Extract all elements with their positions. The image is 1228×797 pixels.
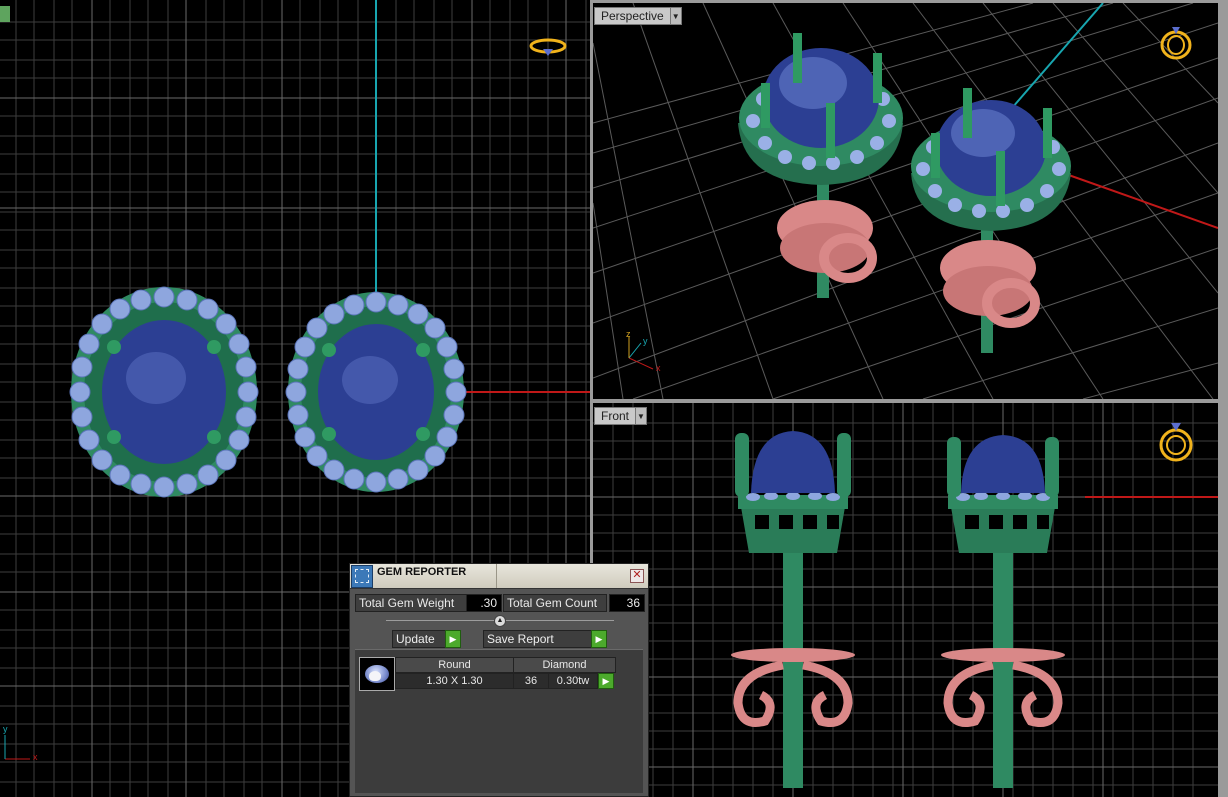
gem-count-cell: 36: [513, 673, 549, 689]
front-view-scene: [593, 403, 1218, 797]
perspective-view-menu[interactable]: Perspective ▼: [594, 7, 682, 25]
total-gem-weight-value: .30: [466, 594, 502, 612]
perspective-scene: [593, 3, 1218, 399]
close-icon[interactable]: ✕: [630, 569, 644, 583]
viewport-label-front[interactable]: Front: [594, 407, 637, 425]
total-gem-count-value: 36: [609, 594, 645, 612]
axis-z-label: z: [626, 329, 631, 339]
total-gem-count-label: Total Gem Count: [503, 594, 607, 612]
titlebar-divider: [496, 564, 497, 588]
gem-reporter-title: GEM REPORTER: [377, 566, 467, 578]
update-button[interactable]: Update: [392, 630, 447, 648]
axis-y-label: y: [3, 724, 8, 734]
gem-material-cell: Diamond: [513, 657, 616, 673]
gem-reporter-titlebar[interactable]: GEM REPORTER ✕: [350, 564, 648, 589]
gem-row-go-icon[interactable]: ▶: [598, 673, 614, 689]
earring-left-front: [731, 431, 855, 788]
slider-handle[interactable]: ▲: [494, 615, 506, 627]
axis-gizmo-top: [4, 735, 30, 760]
gem-reporter-logo-icon: [351, 565, 373, 588]
earring-left-top: [69, 286, 259, 498]
update-go-icon[interactable]: ▶: [445, 630, 461, 648]
earring-right-front: [941, 435, 1065, 788]
axis-x-label: x: [656, 363, 661, 373]
gem-thumbnail-icon[interactable]: [359, 657, 395, 691]
earring-left-persp: [738, 33, 903, 298]
axis-x-label: x: [33, 752, 38, 762]
gem-reporter-panel: GEM REPORTER ✕ Total Gem Weight .30 Tota…: [349, 563, 649, 797]
gem-size-cell: 1.30 X 1.30: [395, 673, 514, 689]
save-report-go-icon[interactable]: ▶: [591, 630, 607, 648]
front-view-menu[interactable]: Front ▼: [594, 407, 648, 425]
axis-gizmo-persp: [628, 336, 654, 370]
save-report-button[interactable]: Save Report: [483, 630, 593, 648]
viewport-menu-button[interactable]: [0, 6, 10, 22]
perspective-viewport[interactable]: Perspective ▼ x y z: [593, 3, 1218, 399]
total-gem-weight-label: Total Gem Weight: [355, 594, 467, 612]
viewport-label-perspective[interactable]: Perspective: [594, 7, 671, 25]
gem-weight-cell: 0.30tw: [548, 673, 598, 689]
front-viewport[interactable]: Front ▼: [593, 403, 1218, 797]
earring-right-top: [285, 291, 467, 493]
chevron-down-icon[interactable]: ▼: [636, 407, 648, 425]
gem-totals-row: Total Gem Weight .30 Total Gem Count 36: [355, 594, 645, 612]
gem-list: Round Diamond 1.30 X 1.30 36 0.30tw ▶: [355, 649, 643, 793]
gem-shape-cell: Round: [395, 657, 514, 673]
panel-resize-slider[interactable]: ▲: [386, 615, 614, 627]
view-ring-icon: [1160, 27, 1192, 60]
axis-y-label: y: [643, 336, 648, 346]
chevron-down-icon[interactable]: ▼: [670, 7, 682, 25]
